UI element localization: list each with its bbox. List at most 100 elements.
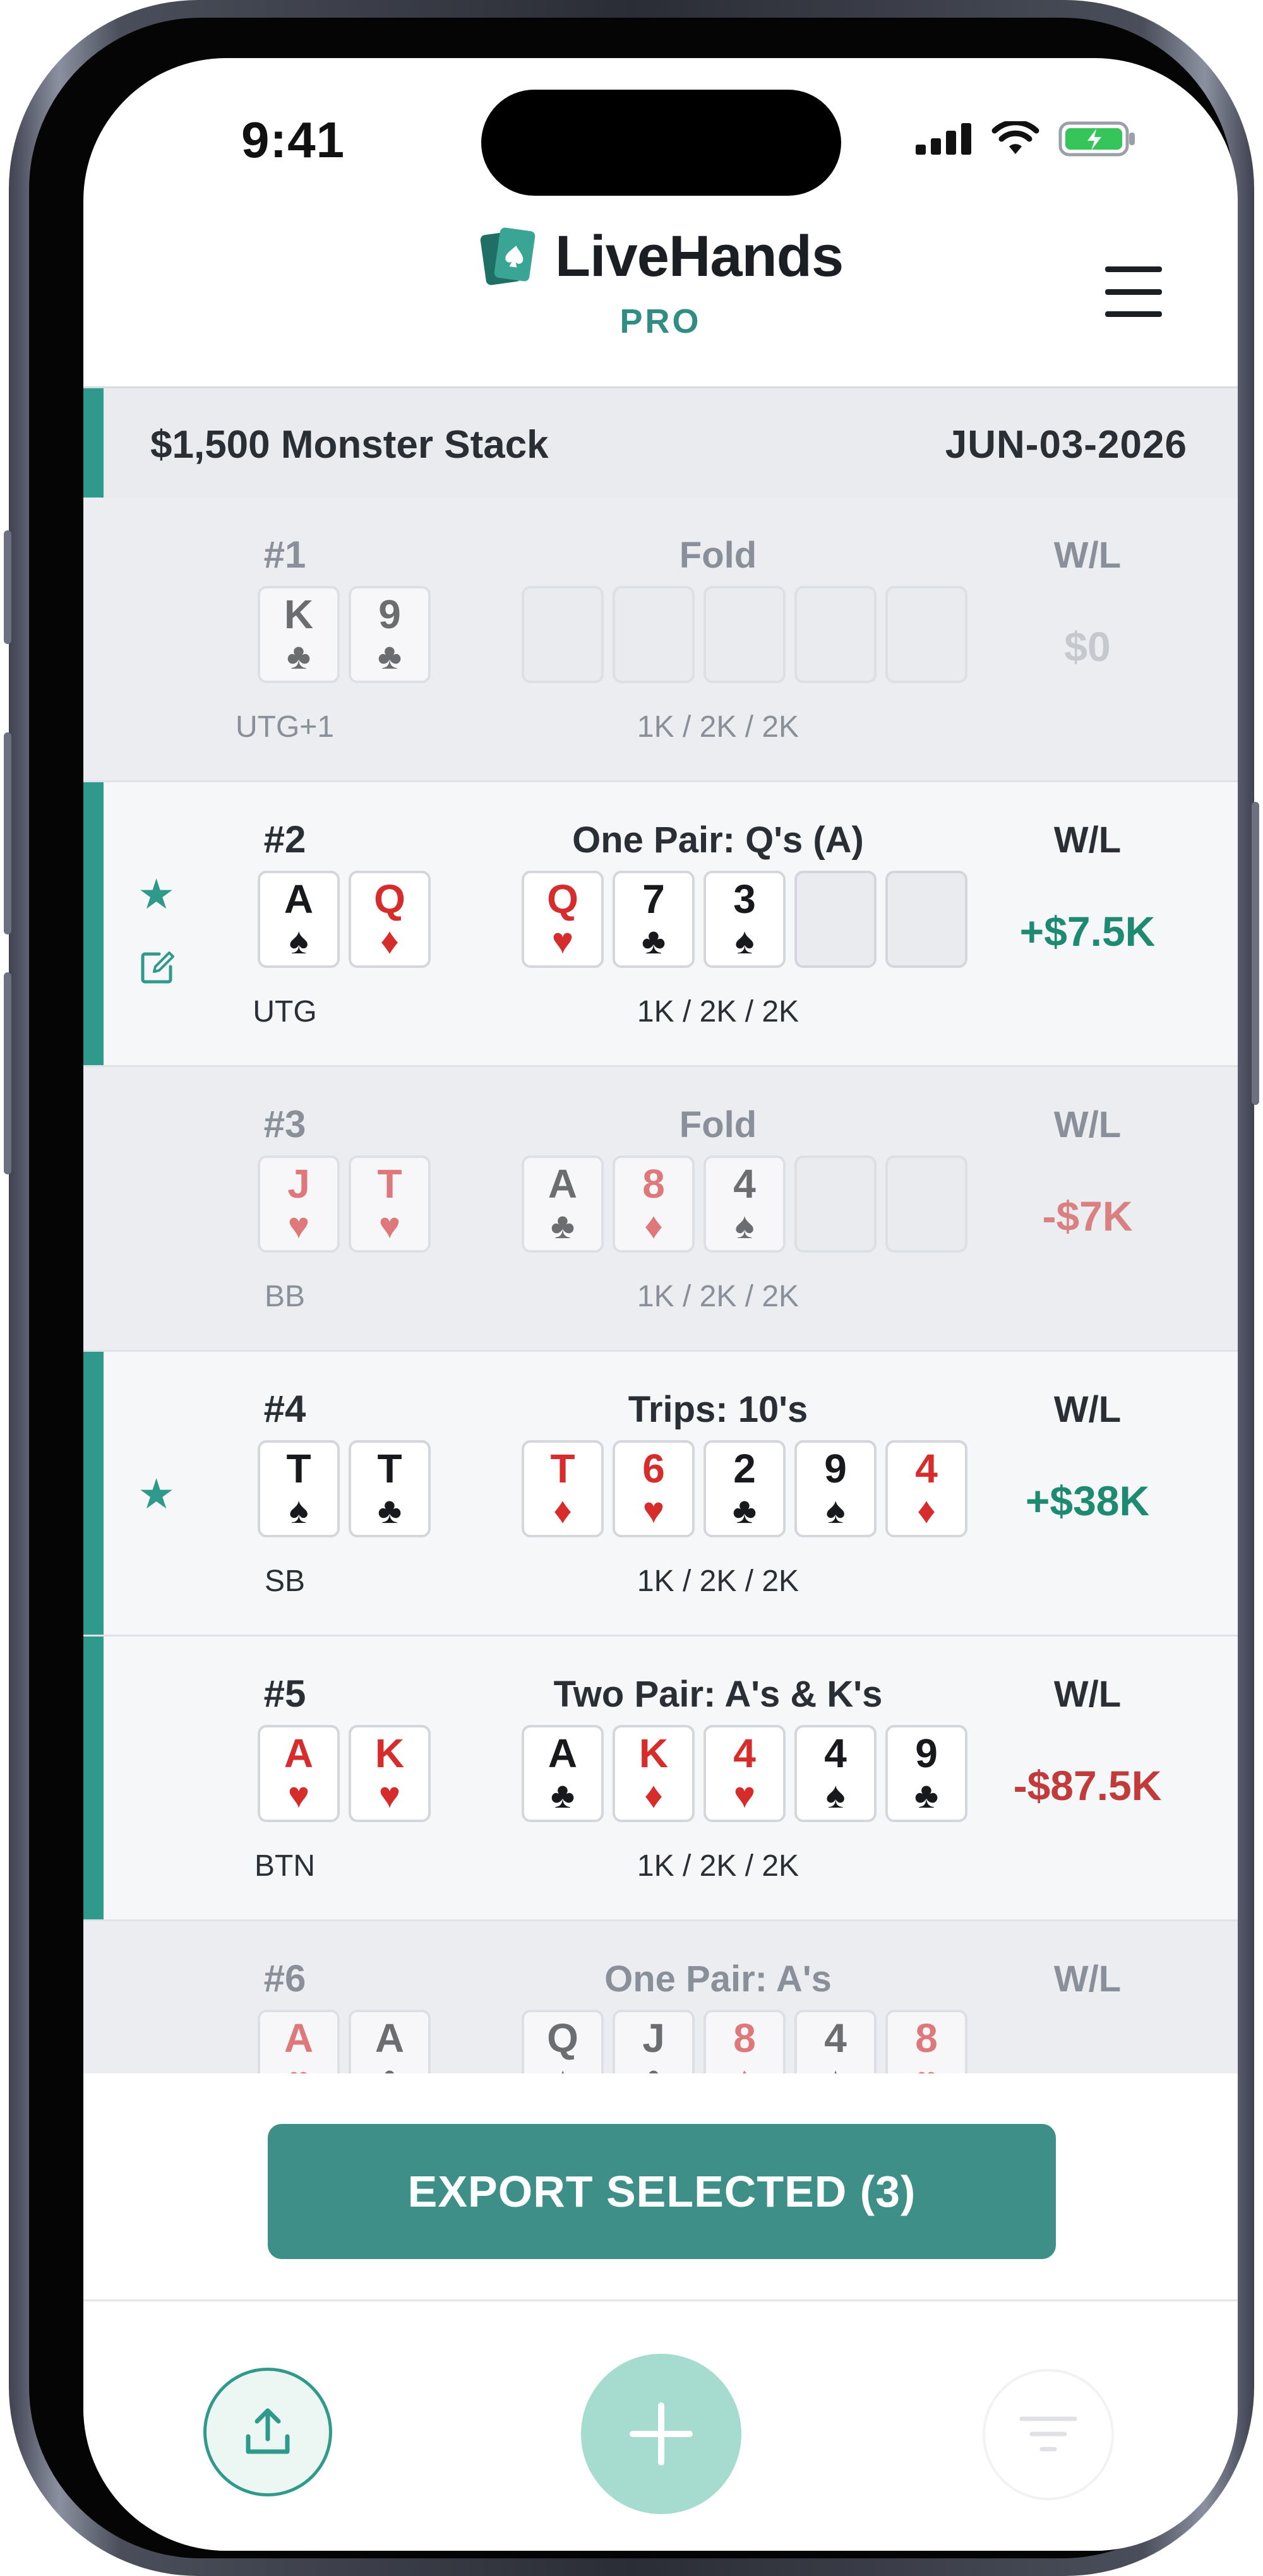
- playing-card: J ♥: [258, 1155, 340, 1253]
- empty-card-slot: [522, 586, 604, 683]
- phone-frame: 9:41 LiveHands PRO $1,500 Monster Stack …: [4, 0, 1259, 2576]
- playing-card: T ♦: [522, 1440, 604, 1537]
- hand-row[interactable]: #6 One Pair: A's W/L A♥ A♣ Q♠ J♣ 8♦ 4♠ 8…: [83, 1921, 1238, 2073]
- hand-result: Fold: [679, 535, 757, 576]
- playing-card: 8♦: [613, 1155, 695, 1253]
- hand-row[interactable]: #3 Fold W/L J ♥ T ♥ A ♣ 8 ♦ 4 ♠ -$7K BB …: [83, 1067, 1238, 1352]
- board-cards: Q♠ J♣ 8♦ 4♠ 8♥: [522, 2010, 967, 2073]
- hand-result: One Pair: A's: [604, 1959, 832, 2000]
- toolbar-divider: [83, 2299, 1238, 2301]
- session-header[interactable]: $1,500 Monster Stack JUN-03-2026: [83, 386, 1238, 501]
- playing-card: T ♣: [349, 1440, 431, 1537]
- blind-levels: 1K / 2K / 2K: [637, 995, 799, 1029]
- table-position: UTG+1: [235, 710, 335, 744]
- card-logo-icon: [480, 227, 536, 285]
- plus-icon: [630, 2402, 693, 2466]
- hole-cards: K ♣ 9 ♣: [258, 586, 431, 683]
- playing-card: J♣: [613, 2010, 695, 2073]
- blind-levels: 1K / 2K / 2K: [637, 1565, 799, 1598]
- wl-label: W/L: [1053, 820, 1122, 861]
- add-hand-button[interactable]: [581, 2354, 741, 2514]
- empty-card-slot: [613, 586, 695, 683]
- phone-bezel: 9:41 LiveHands PRO $1,500 Monster Stack …: [29, 18, 1238, 2558]
- playing-card: 3 ♠: [703, 871, 786, 968]
- session-date: JUN-03-2026: [945, 423, 1187, 467]
- hand-row[interactable]: #1 Fold W/L K ♣ 9 ♣ $0 UTG+1 1K / 2K / 2…: [83, 498, 1238, 782]
- empty-card-slot: [885, 871, 967, 968]
- table-position: BTN: [254, 1849, 315, 1883]
- board-cards: A ♣ K ♦ 4 ♥ 4 ♠ 9 ♣: [522, 1725, 967, 1822]
- playing-card: 4 ♦: [885, 1440, 967, 1537]
- table-position: UTG: [253, 995, 317, 1029]
- blind-levels: 1K / 2K / 2K: [637, 1849, 799, 1883]
- side-button-volume-up: [4, 732, 11, 934]
- playing-card: A♥: [258, 2010, 340, 2073]
- wl-label: W/L: [1053, 1674, 1122, 1715]
- app-screen: 9:41 LiveHands PRO $1,500 Monster Stack …: [83, 58, 1238, 2551]
- playing-card: 9 ♣: [349, 586, 431, 683]
- dynamic-island: [481, 90, 841, 196]
- hand-number: #2: [263, 818, 306, 861]
- playing-card: K ♥: [349, 1725, 431, 1822]
- hamburger-menu-icon[interactable]: [1105, 266, 1162, 317]
- playing-card: Q ♥: [522, 871, 604, 968]
- board-cards: Q ♥ 7 ♣ 3 ♠: [522, 871, 967, 968]
- upload-button[interactable]: [203, 2368, 332, 2496]
- hand-number: #5: [263, 1673, 306, 1715]
- playing-card: 2 ♣: [703, 1440, 786, 1537]
- edit-icon[interactable]: [140, 949, 176, 984]
- wl-label: W/L: [1053, 1389, 1122, 1430]
- playing-card: A ♠: [258, 871, 340, 968]
- playing-card: 8♦: [703, 2010, 786, 2073]
- wl-label: W/L: [1053, 1959, 1122, 2000]
- export-selected-button[interactable]: EXPORT SELECTED (3): [268, 2124, 1056, 2259]
- hand-list[interactable]: #1 Fold W/L K ♣ 9 ♣ $0 UTG+1 1K / 2K / 2…: [83, 498, 1238, 2073]
- playing-card: 8♥: [885, 2010, 967, 2073]
- empty-card-slot: [885, 1155, 967, 1253]
- wl-amount: -$7K: [1042, 1193, 1133, 1239]
- app-tier-label: PRO: [620, 302, 702, 340]
- playing-card: Q♠: [522, 2010, 604, 2073]
- empty-card-slot: [794, 586, 877, 683]
- wl-label: W/L: [1053, 1104, 1122, 1145]
- playing-card: K ♣: [258, 586, 340, 683]
- hole-cards: A ♠ Q ♦: [258, 871, 431, 968]
- filter-button[interactable]: [983, 2369, 1114, 2500]
- wl-amount: +$7.5K: [1019, 908, 1156, 955]
- playing-card: A♣: [522, 1155, 604, 1253]
- hand-result: One Pair: Q's (A): [572, 820, 864, 861]
- bottom-toolbar: EXPORT SELECTED (3): [83, 2073, 1238, 2551]
- wl-amount: $0: [1064, 623, 1111, 670]
- playing-card: 6 ♥: [613, 1440, 695, 1537]
- board-cards: A ♣ 8 ♦ 4 ♠: [522, 1155, 967, 1253]
- session-accent-bar: [83, 388, 104, 499]
- playing-card: T ♠: [258, 1440, 340, 1537]
- selected-indicator: [83, 782, 104, 1065]
- hand-result: Fold: [679, 1104, 757, 1145]
- star-icon[interactable]: ★: [138, 1473, 175, 1515]
- playing-card: 4♠: [703, 1155, 786, 1253]
- filter-icon: [1019, 2416, 1077, 2452]
- hand-row[interactable]: ★ #2 One Pair: Q's (A) W/L A ♠ Q ♦ Q ♥ 7 ♣: [83, 782, 1238, 1067]
- star-icon[interactable]: ★: [138, 873, 175, 915]
- selected-indicator: [83, 1637, 104, 1919]
- empty-card-slot: [794, 871, 877, 968]
- hand-row[interactable]: #5 Two Pair: A's & K's W/L A ♥ K ♥ A ♣ K ♦ 4…: [83, 1637, 1238, 1921]
- empty-card-slot: [794, 1155, 877, 1253]
- side-button-mute: [4, 530, 11, 644]
- hole-cards: T ♠ T ♣: [258, 1440, 431, 1537]
- app-logo: LiveHands: [83, 224, 1238, 290]
- hand-row[interactable]: ★ #4 Trips: 10's W/L T ♠ T ♣ T ♦ 6 ♥ 2 ♣ 9 ♠ 4…: [83, 1352, 1238, 1637]
- playing-card: Q ♦: [349, 871, 431, 968]
- wl-label: W/L: [1053, 535, 1122, 576]
- app-title: LiveHands: [554, 224, 844, 289]
- playing-card: T ♥: [349, 1155, 431, 1253]
- status-icons: [916, 121, 1137, 157]
- playing-card: 9 ♠: [794, 1440, 877, 1537]
- session-name: $1,500 Monster Stack: [150, 423, 549, 467]
- wl-amount: -$87.5K: [1013, 1762, 1162, 1809]
- upload-icon: [246, 2408, 290, 2454]
- hand-result: Two Pair: A's & K's: [553, 1674, 883, 1715]
- hole-cards: J ♥ T ♥: [258, 1155, 431, 1253]
- status-time: 9:41: [241, 112, 345, 168]
